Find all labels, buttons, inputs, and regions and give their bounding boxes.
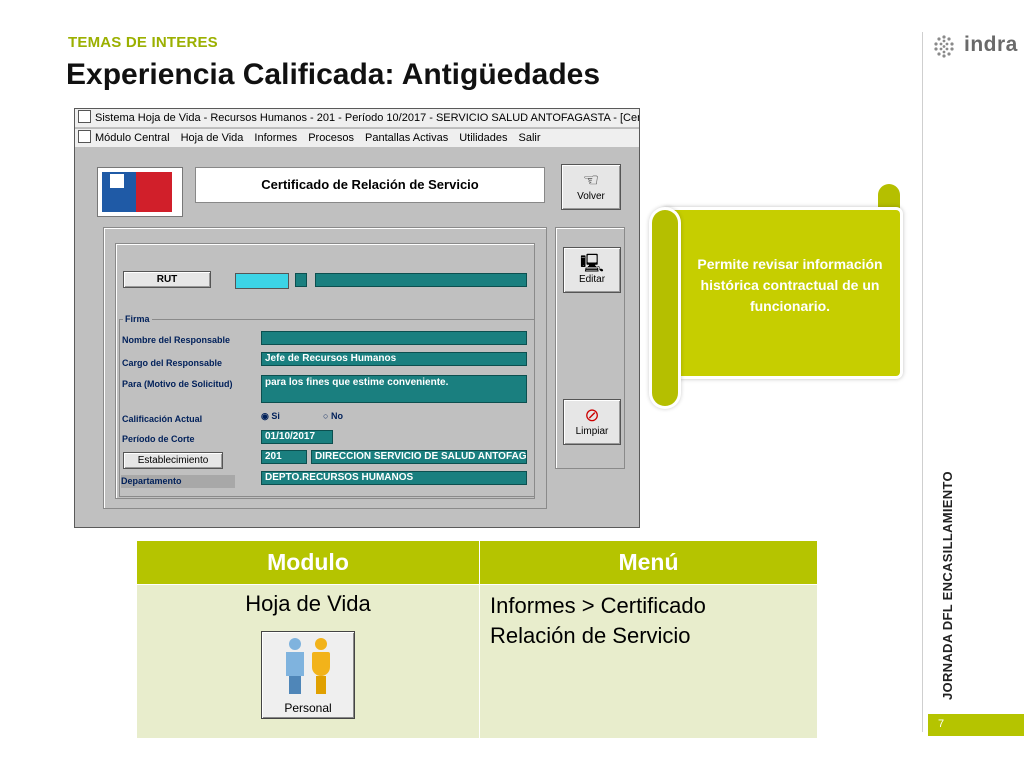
menu-item-utilidades[interactable]: Utilidades bbox=[459, 132, 507, 144]
window-title-bar: Sistema Hoja de Vida - Recursos Humanos … bbox=[75, 109, 639, 127]
limpiar-button-label: Limpiar bbox=[575, 426, 609, 437]
nombre-responsable-field[interactable] bbox=[261, 331, 527, 345]
brand-divider bbox=[922, 32, 923, 732]
menu-bar: Módulo Central Hoja de Vida Informes Proces… bbox=[75, 128, 639, 147]
volver-button-label: Volver bbox=[577, 191, 605, 202]
pointing-hand-icon: ☜ bbox=[582, 170, 600, 190]
calificacion-si-label: Si bbox=[271, 411, 280, 421]
calificacion-no-radio[interactable]: ○ No bbox=[323, 411, 343, 421]
menu-path-line2: Relación de Servicio bbox=[490, 623, 691, 648]
para-motivo-field[interactable]: para los fines que estime conveniente. bbox=[261, 375, 527, 403]
scroll-roll-decoration bbox=[652, 210, 678, 406]
calificacion-si-radio[interactable]: ◉ Si bbox=[261, 411, 280, 422]
establecimiento-button[interactable]: Establecimiento bbox=[123, 452, 223, 469]
firma-group-label: Firma bbox=[123, 314, 152, 324]
menu-item-informes[interactable]: Informes bbox=[254, 132, 297, 144]
menu-path-line1: Informes > Certificado bbox=[490, 593, 706, 618]
periodo-corte-field[interactable]: 01/10/2017 bbox=[261, 430, 333, 444]
vertical-section-label: JORNADA DFL ENCASILLAMIENTO bbox=[940, 471, 955, 700]
page-number: 7 bbox=[938, 718, 945, 730]
brand-name: indra bbox=[964, 33, 1018, 56]
nombre-responsable-label: Nombre del Responsable bbox=[122, 335, 231, 345]
rut-button[interactable]: RUT bbox=[123, 271, 211, 288]
para-motivo-label: Para (Motivo de Solicitud) bbox=[122, 379, 233, 389]
slide-eyebrow: TEMAS DE INTERES bbox=[68, 34, 218, 51]
form-title: Certificado de Relación de Servicio bbox=[195, 167, 545, 203]
radio-selected-icon: ◉ bbox=[261, 411, 269, 421]
establecimiento-button-label: Establecimiento bbox=[137, 455, 209, 466]
callout-text: Permite revisar información histórica co… bbox=[697, 256, 883, 314]
rut-input[interactable] bbox=[235, 273, 289, 289]
page-number-bar: 7 bbox=[928, 714, 1024, 736]
limpiar-button[interactable]: ⊘ Limpiar bbox=[563, 399, 621, 445]
departamento-field: DEPTO.RECURSOS HUMANOS bbox=[261, 471, 527, 485]
module-table: Modulo Menú Hoja de Vida Personal Inform… bbox=[136, 540, 818, 739]
app-window: Sistema Hoja de Vida - Recursos Humanos … bbox=[74, 108, 640, 528]
calificacion-actual-label: Calificación Actual bbox=[122, 414, 203, 424]
app-icon bbox=[78, 110, 91, 123]
departamento-label: Departamento bbox=[121, 475, 235, 488]
rut-dv-input[interactable] bbox=[295, 273, 307, 287]
table-header-row: Modulo Menú bbox=[136, 540, 818, 585]
female-person-icon bbox=[310, 638, 332, 694]
cargo-responsable-label: Cargo del Responsable bbox=[122, 358, 223, 368]
menu-item-modulo-central[interactable]: Módulo Central bbox=[95, 132, 170, 144]
establecimiento-code-field: 201 bbox=[261, 450, 307, 464]
establecimiento-name-field: DIRECCION SERVICIO DE SALUD ANTOFAGASTA bbox=[311, 450, 527, 464]
cargo-responsable-field[interactable]: Jefe de Recursos Humanos bbox=[261, 352, 527, 366]
volver-button[interactable]: ☜ Volver bbox=[561, 164, 621, 210]
table-header-menu: Menú bbox=[479, 540, 818, 585]
table-cell-menu: Informes > Certificado Relación de Servi… bbox=[479, 584, 818, 739]
male-person-icon bbox=[284, 638, 306, 694]
modulo-name: Hoja de Vida bbox=[245, 591, 371, 616]
personal-module-button[interactable]: Personal bbox=[261, 631, 355, 719]
menu-item-pantallas-activas[interactable]: Pantallas Activas bbox=[365, 132, 448, 144]
indra-logo-icon bbox=[934, 35, 954, 58]
government-emblem bbox=[97, 167, 183, 217]
radio-unselected-icon: ○ bbox=[323, 411, 329, 421]
menu-app-icon bbox=[78, 130, 91, 143]
editar-button-label: Editar bbox=[578, 274, 606, 285]
editar-button[interactable]: 🖳 Editar bbox=[563, 247, 621, 293]
window-title: Sistema Hoja de Vida - Recursos Humanos … bbox=[95, 112, 639, 124]
personal-button-label: Personal bbox=[284, 701, 332, 715]
rut-name-field bbox=[315, 273, 527, 287]
no-entry-icon: ⊘ bbox=[584, 405, 600, 425]
table-header-modulo: Modulo bbox=[136, 540, 480, 585]
rut-button-label: RUT bbox=[156, 274, 178, 285]
slide-title: Experiencia Calificada: Antigüedades bbox=[66, 58, 601, 91]
computer-icon: 🖳 bbox=[579, 253, 604, 273]
periodo-corte-label: Período de Corte bbox=[122, 434, 195, 444]
table-cell-modulo: Hoja de Vida Personal bbox=[136, 584, 480, 739]
menu-item-procesos[interactable]: Procesos bbox=[308, 132, 354, 144]
menu-item-hoja-de-vida[interactable]: Hoja de Vida bbox=[181, 132, 244, 144]
menu-item-salir[interactable]: Salir bbox=[519, 132, 541, 144]
calificacion-no-label: No bbox=[330, 411, 343, 421]
table-row: Hoja de Vida Personal Informes > Certifi… bbox=[136, 584, 818, 739]
